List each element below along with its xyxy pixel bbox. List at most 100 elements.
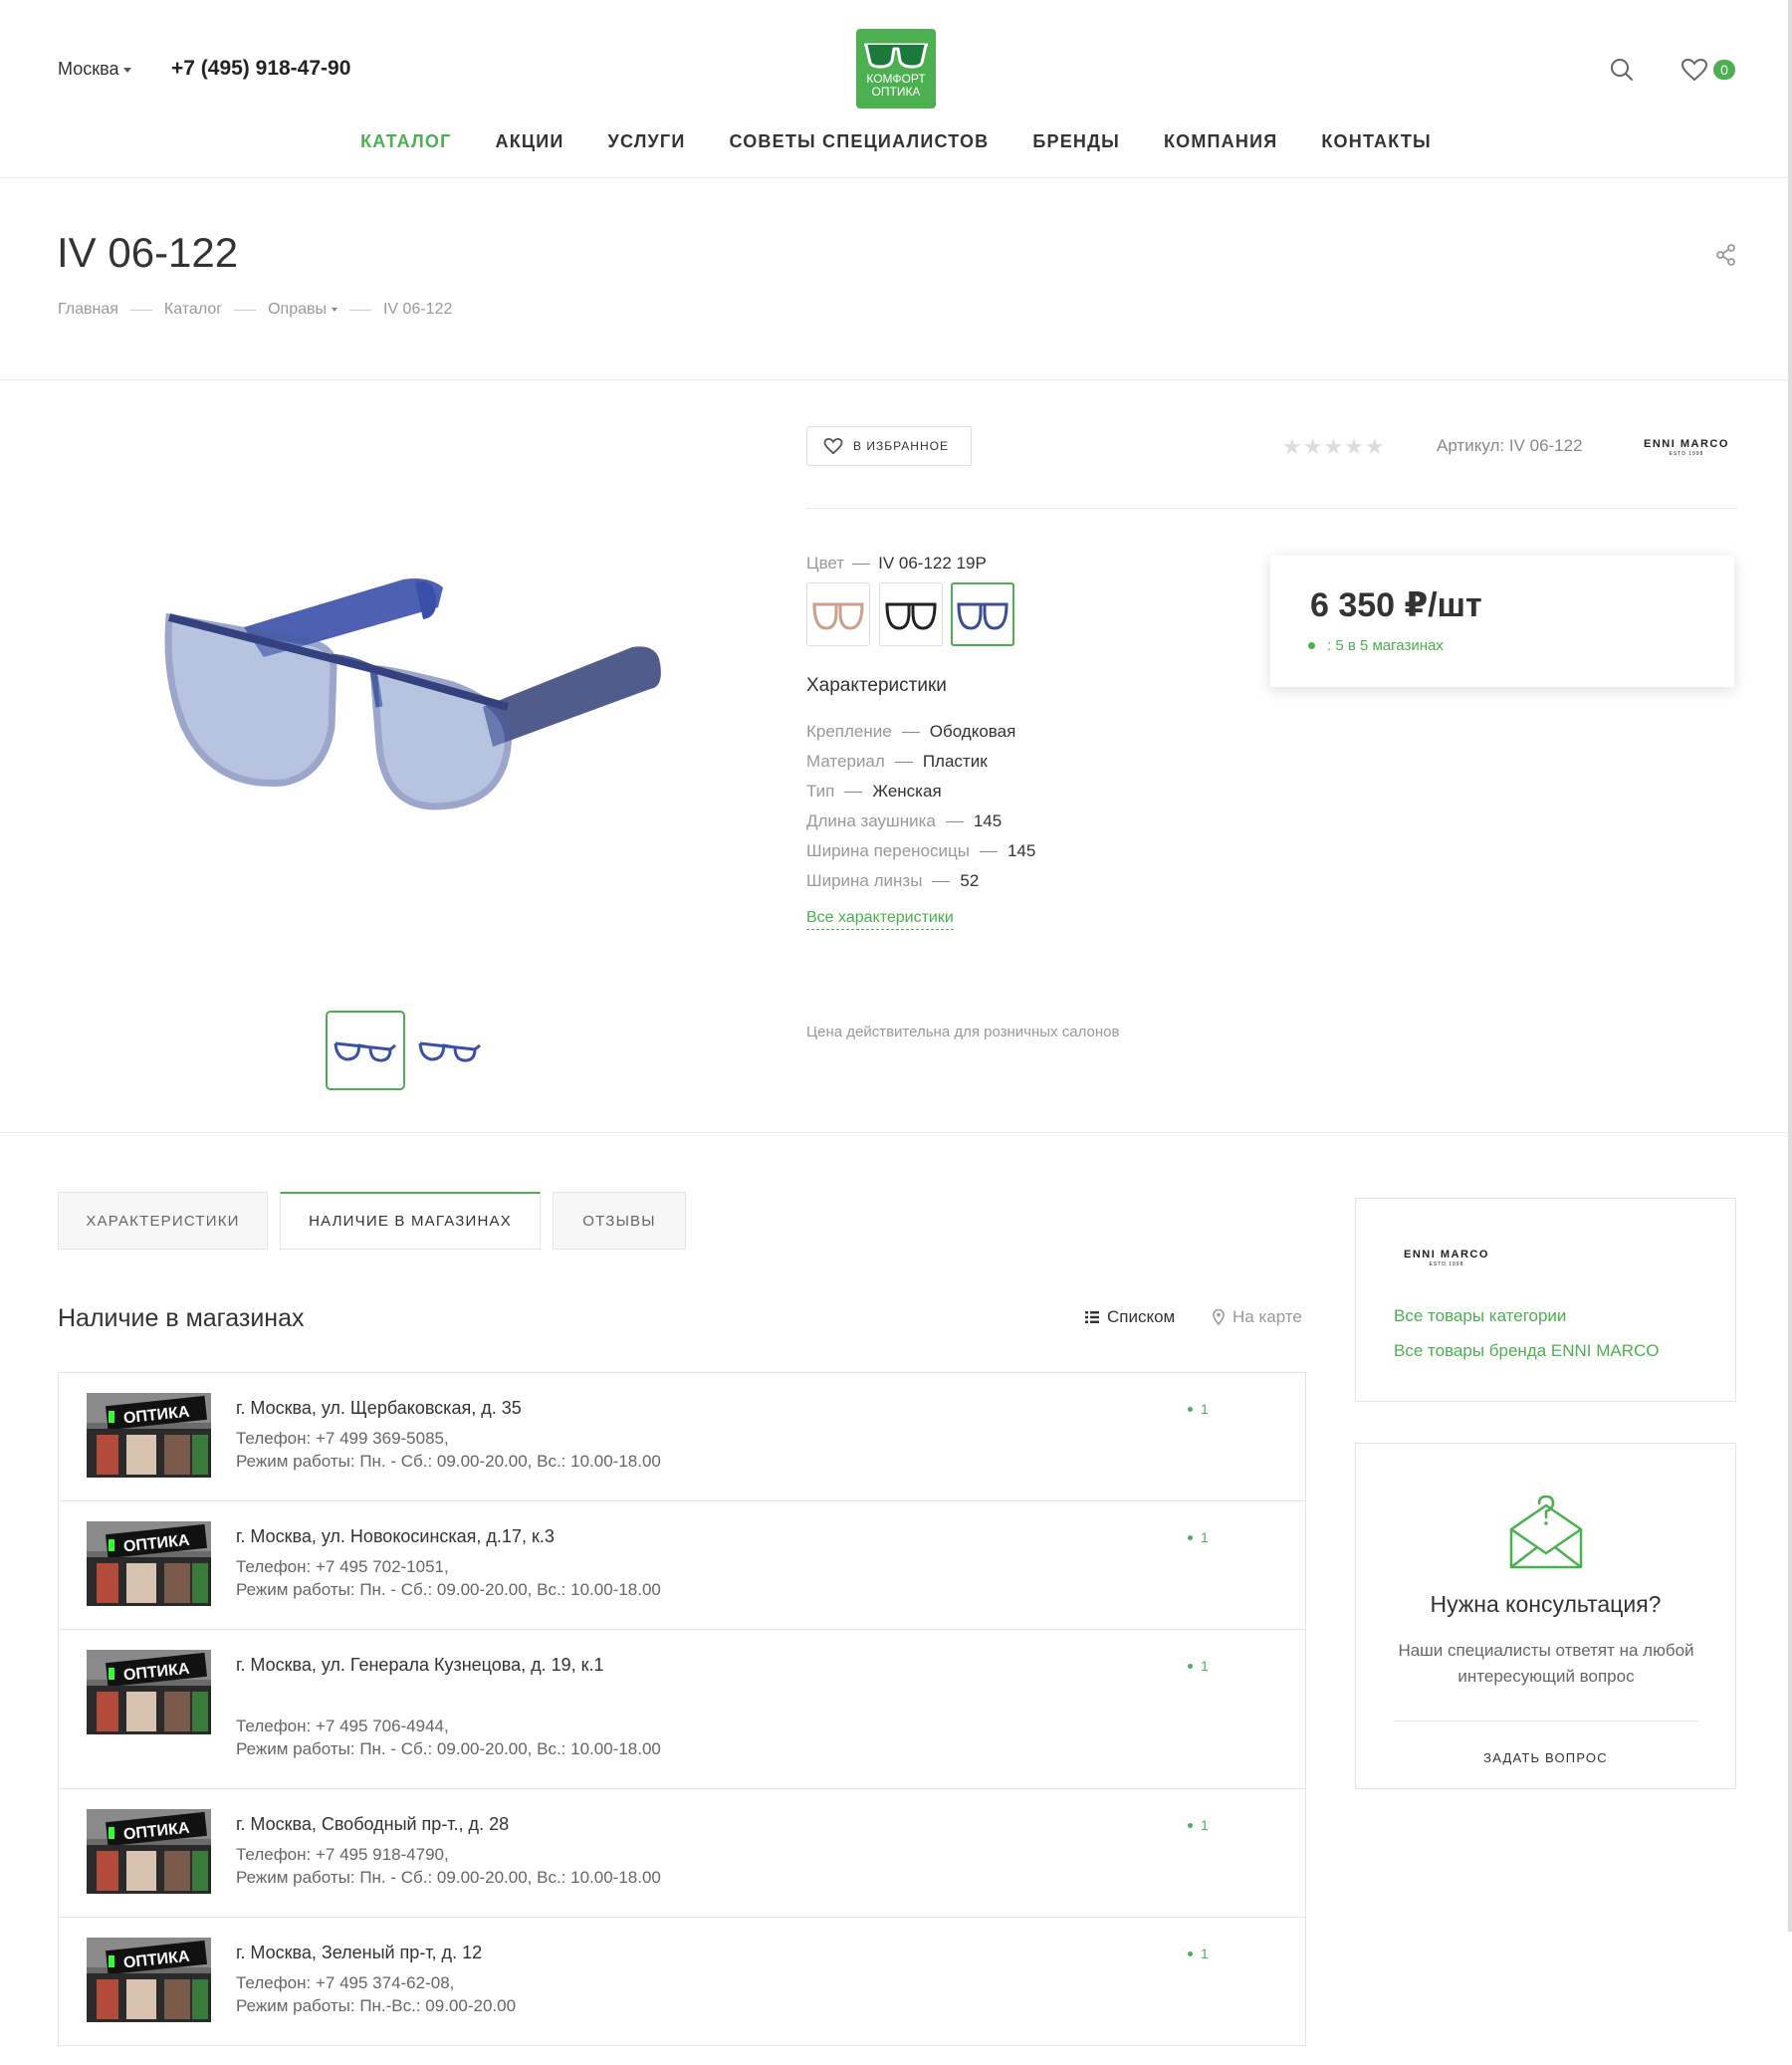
breadcrumb-separator	[129, 309, 152, 311]
tab-store-availability[interactable]: НАЛИЧИЕ В МАГАЗИНАХ	[280, 1192, 541, 1250]
store-row[interactable]: ОПТИКА г. Москва, ул. Щербаковская, д. 3…	[59, 1373, 1305, 1501]
prop-row: Ширина линзы 52	[806, 871, 980, 890]
thumbnail-1[interactable]	[326, 1011, 405, 1090]
store-phone: Телефон: +7 495 918-4790,	[236, 1845, 449, 1864]
page-scrollbar[interactable]	[1788, 0, 1792, 1932]
color-swatch-black[interactable]	[879, 582, 943, 646]
store-row[interactable]: ОПТИКА г. Москва, ул. Генерала Кузнецова…	[59, 1630, 1305, 1789]
nav-item-contacts[interactable]: КОНТАКТЫ	[1299, 131, 1454, 152]
breadcrumb-current: IV 06-122	[382, 301, 453, 318]
all-brand-products-link[interactable]: Все товары бренда ENNI MARCO	[1394, 1341, 1660, 1361]
characteristics-list: Крепление Ободковая Материал Пластик Тип Же…	[806, 717, 1035, 896]
breadcrumb-separator	[234, 309, 257, 311]
header-divider	[0, 177, 1792, 178]
rating-stars[interactable]: ★★★★★	[1282, 434, 1386, 460]
breadcrumb-catalog[interactable]: Каталог	[164, 301, 222, 319]
store-hours: Режим работы: Пн. - Сб.: 09.00-20.00, Вс…	[236, 1580, 661, 1599]
store-photo: ОПТИКА	[87, 1521, 211, 1606]
product-divider	[0, 1132, 1792, 1133]
thumbnail-2[interactable]	[410, 1011, 490, 1090]
nav-item-catalog[interactable]: КАТАЛОГ	[338, 131, 473, 152]
heart-icon	[823, 437, 843, 455]
store-photo: ОПТИКА	[87, 1650, 211, 1734]
prop-row: Тип Женская	[806, 782, 942, 801]
ask-question-button[interactable]: ЗАДАТЬ ВОПРОС	[1356, 1750, 1735, 1765]
favorites-button-label: В ИЗБРАННОЕ	[853, 439, 949, 453]
characteristics-heading: Характеристики	[806, 675, 947, 696]
store-address: г. Москва, ул. Новокосинская, д.17, к.3	[236, 1526, 555, 1546]
price-box: 6 350 ₽/шт : 5 в 5 магазинах	[1270, 556, 1734, 687]
nav-item-company[interactable]: КОМПАНИЯ	[1142, 131, 1299, 152]
site-logo[interactable]: КОМФОРТ ОПТИКА	[856, 29, 936, 109]
view-map-toggle[interactable]: На карте	[1213, 1307, 1302, 1327]
store-stock-count: 1	[1188, 1658, 1209, 1674]
brand-logo[interactable]: ENNI MARCO ESTD 1998	[1404, 1249, 1489, 1267]
logo-text-bottom: ОПТИКА	[871, 85, 921, 99]
brand-logo[interactable]: ENNI MARCO ESTD 1998	[1644, 438, 1729, 457]
store-address: г. Москва, Свободный пр-т., д. 28	[236, 1814, 510, 1834]
nav-item-promotions[interactable]: АКЦИИ	[474, 131, 586, 152]
store-stock-count: 1	[1188, 1817, 1209, 1833]
store-hours: Режим работы: Пн. - Сб.: 09.00-20.00, Вс…	[236, 1452, 661, 1471]
prop-row: Ширина переносицы 145	[806, 841, 1036, 860]
store-phone: Телефон: +7 495 702-1051,	[236, 1557, 449, 1576]
all-characteristics-link[interactable]: Все характеристики	[806, 909, 954, 930]
nav-item-brands[interactable]: БРЕНДЫ	[1010, 131, 1142, 152]
city-selector[interactable]: Москва	[58, 59, 131, 80]
map-pin-icon	[1213, 1309, 1225, 1325]
heart-icon[interactable]	[1680, 58, 1708, 82]
title-divider	[0, 379, 1792, 380]
store-list: ОПТИКА г. Москва, ул. Щербаковская, д. 3…	[58, 1372, 1306, 2046]
view-list-toggle[interactable]: Списком	[1085, 1307, 1175, 1327]
store-phone: Телефон: +7 499 369-5085,	[236, 1429, 449, 1448]
store-row[interactable]: ОПТИКА г. Москва, Зеленый пр-т, д. 12 Те…	[59, 1918, 1305, 2045]
store-photo: ОПТИКА	[87, 1809, 211, 1894]
prop-row: Длина заушника 145	[806, 811, 1003, 830]
store-row[interactable]: ОПТИКА г. Москва, ул. Новокосинская, д.1…	[59, 1501, 1305, 1630]
nav-item-advice[interactable]: СОВЕТЫ СПЕЦИАЛИСТОВ	[707, 131, 1010, 152]
consultation-text: Наши специалисты ответят на любой интере…	[1398, 1641, 1694, 1686]
header-phone[interactable]: +7 (495) 918-47-90	[171, 57, 350, 81]
availability-link[interactable]: : 5 в 5 магазинах	[1308, 637, 1444, 654]
main-nav: КАТАЛОГ АКЦИИ УСЛУГИ СОВЕТЫ СПЕЦИАЛИСТОВ…	[0, 131, 1792, 152]
store-row[interactable]: ОПТИКА г. Москва, Свободный пр-т., д. 28…	[59, 1789, 1305, 1918]
store-phone: Телефон: +7 495 706-4944,	[236, 1717, 449, 1735]
breadcrumb-home[interactable]: Главная	[58, 301, 118, 319]
store-address: г. Москва, Зеленый пр-т, д. 12	[236, 1943, 483, 1962]
product-sku: Артикул: IV 06-122	[1437, 436, 1583, 455]
breadcrumb-separator	[348, 309, 371, 311]
store-hours: Режим работы: Пн. - Сб.: 09.00-20.00, Вс…	[236, 1868, 661, 1887]
store-stock-count: 1	[1188, 1401, 1209, 1417]
store-hours: Режим работы: Пн. - Сб.: 09.00-20.00, Вс…	[236, 1739, 661, 1758]
store-address: г. Москва, ул. Генерала Кузнецова, д. 19…	[236, 1655, 604, 1675]
color-swatch-beige[interactable]	[806, 582, 870, 646]
product-main-image[interactable]	[154, 558, 672, 826]
page-title: IV 06-122	[57, 229, 239, 276]
tab-reviews[interactable]: ОТЗЫВЫ	[553, 1192, 686, 1250]
all-category-products-link[interactable]: Все товары категории	[1394, 1306, 1566, 1326]
store-hours: Режим работы: Пн.-Вс.: 09.00-20.00	[236, 1996, 517, 2015]
search-icon[interactable]	[1610, 58, 1634, 82]
breadcrumb-frames[interactable]: Оправы	[268, 301, 337, 319]
envelope-question-icon	[1507, 1495, 1585, 1571]
consultation-title: Нужна консультация?	[1430, 1591, 1662, 1617]
list-icon	[1085, 1311, 1099, 1323]
tab-characteristics[interactable]: ХАРАКТЕРИСТИКИ	[58, 1192, 268, 1250]
glasses-logo-icon	[864, 43, 928, 69]
share-icon[interactable]	[1716, 244, 1736, 266]
nav-item-services[interactable]: УСЛУГИ	[586, 131, 708, 152]
add-to-favorites-button[interactable]: В ИЗБРАННОЕ	[806, 426, 972, 466]
consultation-card: Нужна консультация? Наши специалисты отв…	[1355, 1443, 1736, 1789]
favorites-count-badge: 0	[1713, 60, 1735, 80]
store-photo: ОПТИКА	[87, 1393, 211, 1478]
prop-row: Материал Пластик	[806, 752, 988, 771]
product-price: 6 350 ₽/шт	[1310, 586, 1482, 624]
availability-dot	[1308, 642, 1315, 649]
color-swatch-blue[interactable]	[951, 582, 1014, 646]
info-divider	[806, 508, 1738, 509]
price-note: Цена действительна для розничных салонов	[806, 1024, 1120, 1040]
store-phone: Телефон: +7 495 374-62-08,	[236, 1973, 455, 1992]
prop-row: Крепление Ободковая	[806, 722, 1016, 741]
store-stock-count: 1	[1188, 1529, 1209, 1545]
color-selector-label: Цвет IV 06-122 19P	[806, 554, 987, 573]
